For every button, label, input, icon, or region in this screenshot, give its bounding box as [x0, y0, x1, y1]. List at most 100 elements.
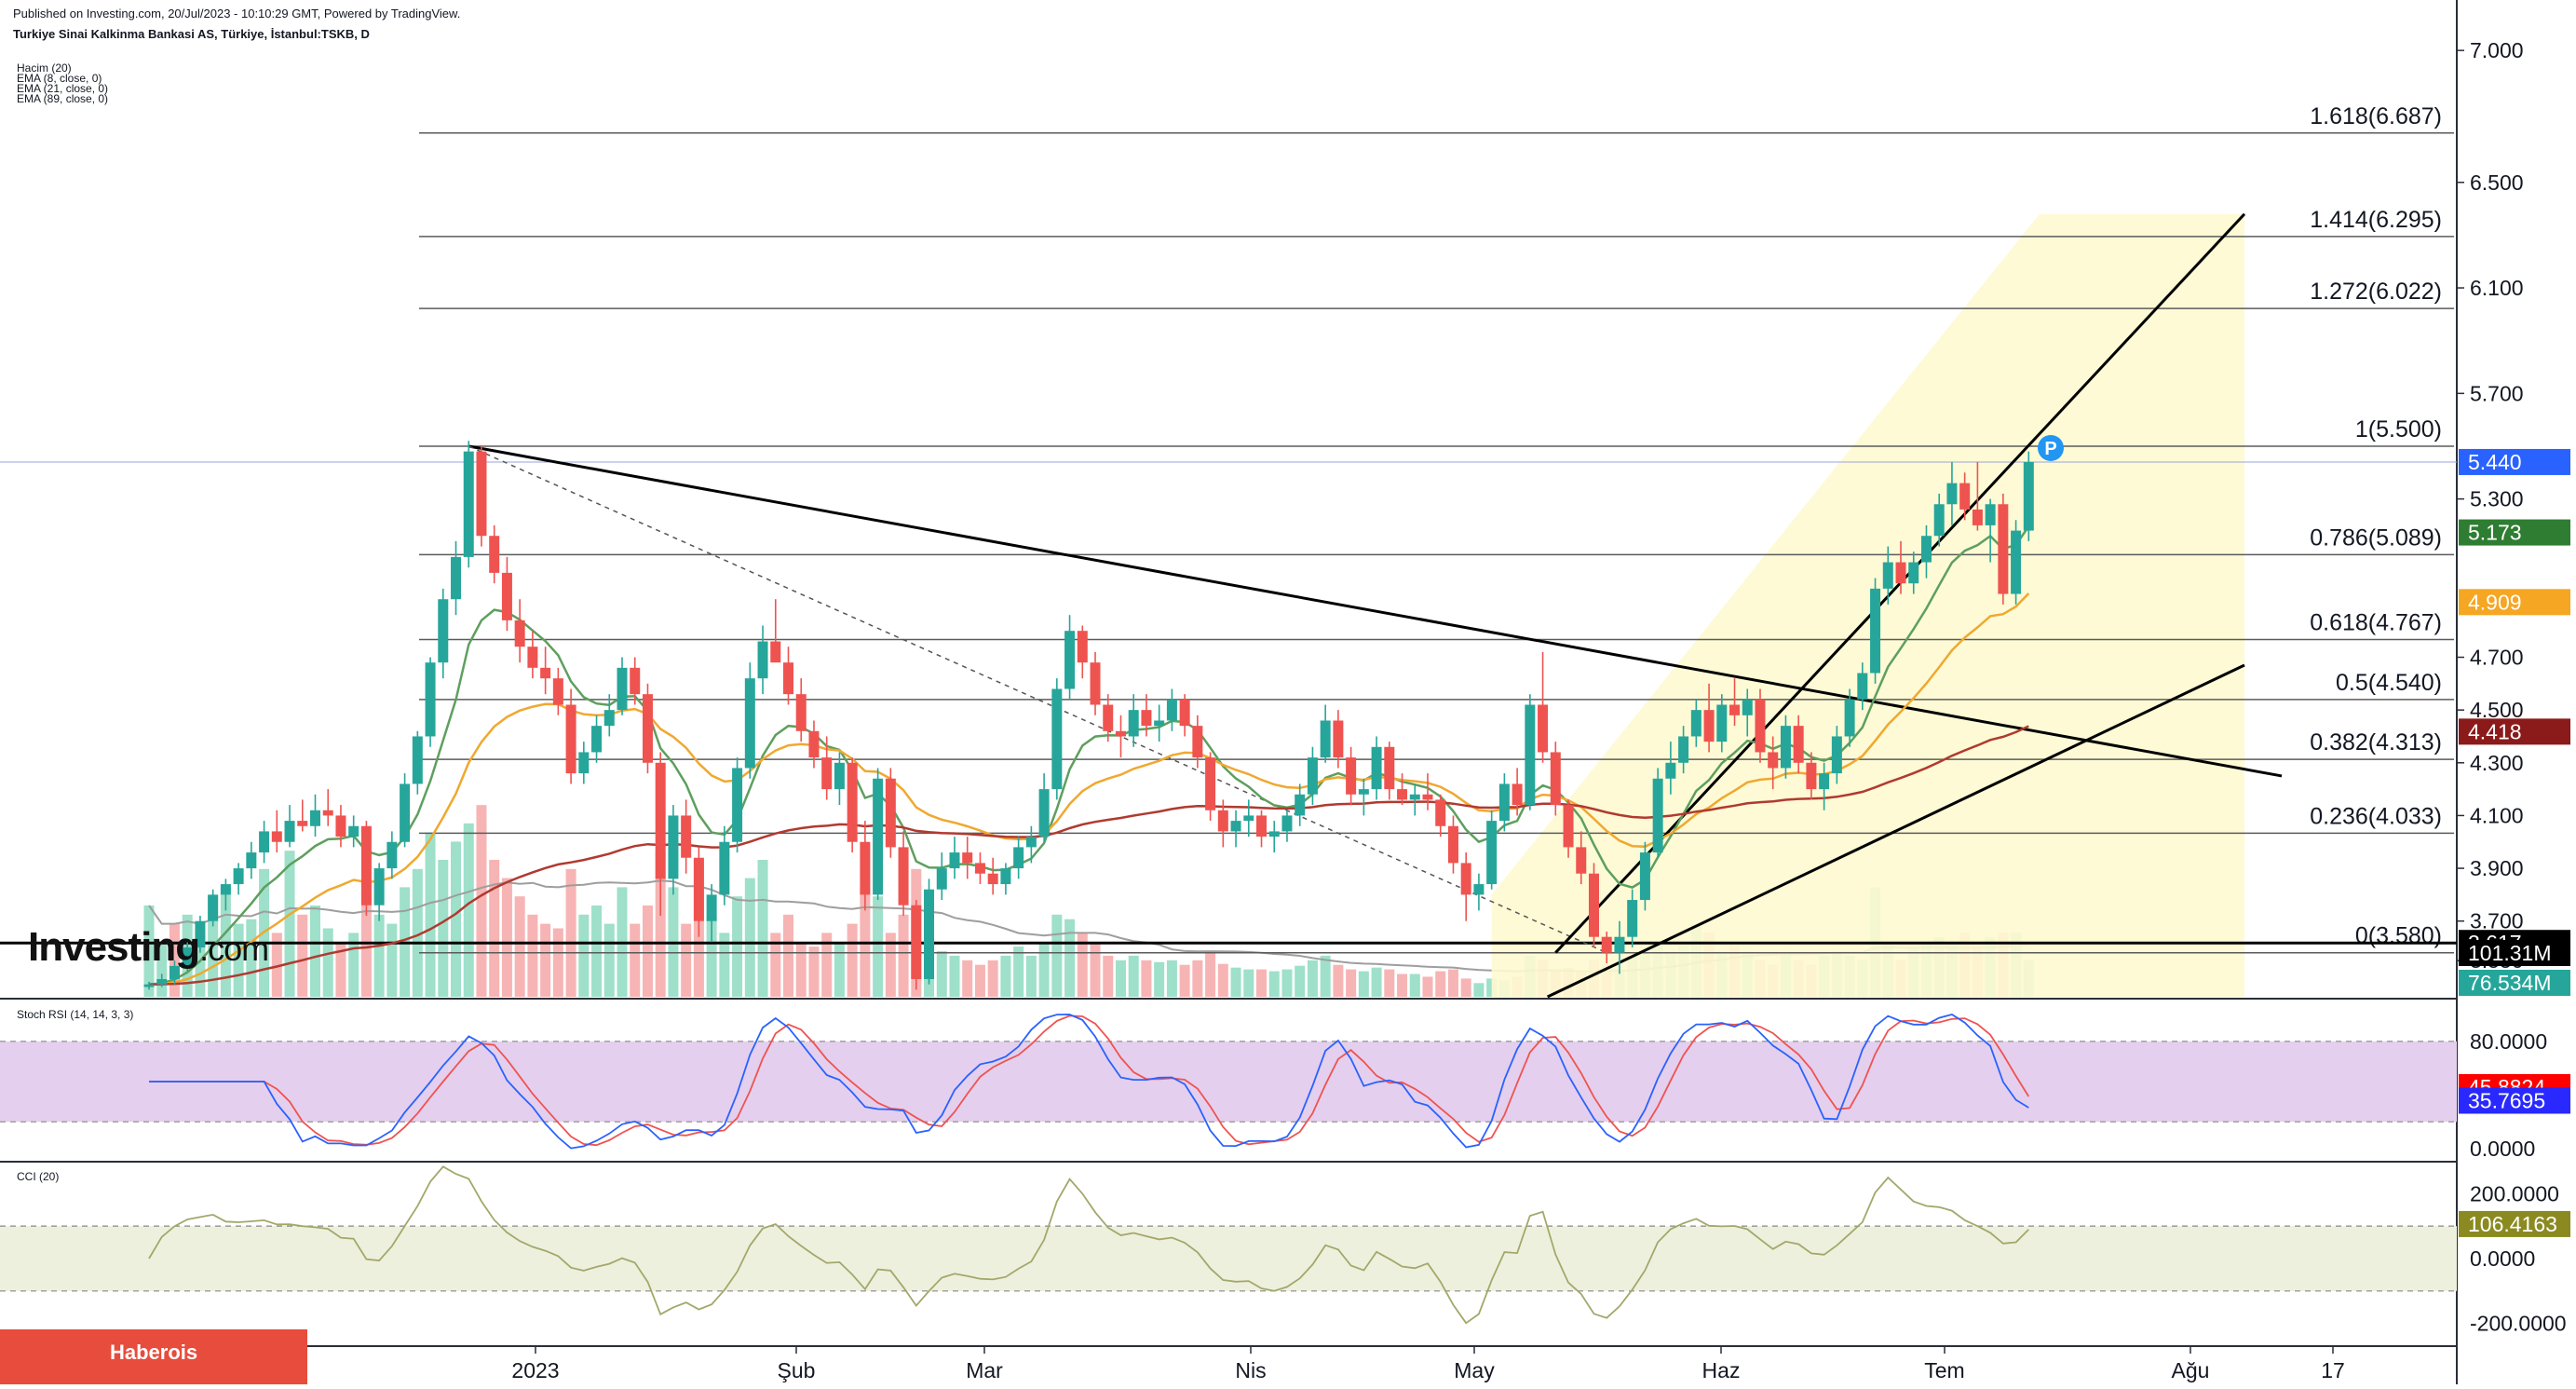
volume-bar — [1435, 971, 1446, 997]
volume-bar — [1166, 960, 1177, 997]
candle-body — [1230, 821, 1241, 832]
candle-body — [1908, 562, 1919, 584]
candle-body — [1051, 688, 1063, 790]
volume-bar — [1320, 955, 1331, 997]
cci-tick-label: -200.0000 — [2470, 1312, 2567, 1336]
volume-bar — [1000, 955, 1011, 997]
candle-body — [322, 810, 333, 816]
candle-body — [1729, 704, 1741, 715]
candle-body — [463, 451, 474, 557]
candle-body — [1690, 710, 1702, 737]
candle-body — [1588, 873, 1599, 937]
stoch-tick-label: 0.0000 — [2470, 1137, 2535, 1161]
candle-body — [1038, 789, 1050, 837]
volume-bar — [501, 878, 512, 997]
candle-body — [757, 641, 768, 679]
volume-bar — [514, 896, 525, 997]
volume-bar — [1268, 971, 1280, 997]
candle-body — [2011, 530, 2022, 594]
volume-bar — [1447, 969, 1458, 997]
fib-level-label: 0.236(4.033) — [2310, 803, 2442, 829]
volume-bar — [744, 878, 755, 997]
volume-bar — [1128, 955, 1139, 997]
candle-body — [451, 556, 462, 600]
fib-level-label: 0(3.580) — [2355, 923, 2442, 949]
volume-bar — [603, 923, 615, 997]
candle-body — [1307, 757, 1318, 795]
cci-label[interactable]: CCI (20) — [17, 1170, 59, 1183]
volume-bar — [949, 955, 960, 997]
volume-bar — [642, 906, 653, 997]
candle-body — [1205, 757, 1216, 810]
volume-bar — [1307, 960, 1318, 997]
volume-bar — [732, 896, 743, 997]
candle-body — [1614, 936, 1625, 953]
candle-body — [936, 868, 947, 890]
candle-body — [783, 662, 793, 695]
volume-bar — [1192, 960, 1203, 997]
candle-body — [987, 873, 998, 885]
candle-body — [1550, 752, 1561, 806]
candle-body — [1435, 799, 1446, 826]
candle-body — [821, 757, 833, 790]
volume-bar — [630, 923, 641, 997]
candle-body — [309, 810, 320, 826]
candle-body — [706, 894, 717, 921]
time-tick-label: 2023 — [511, 1358, 559, 1382]
candle-body — [208, 894, 219, 921]
indicator-ema89[interactable]: EMA (89, close, 0) — [17, 93, 108, 104]
candle-body — [1141, 710, 1152, 727]
haberois-text: Haberois — [110, 1341, 198, 1364]
candle-body — [693, 857, 704, 921]
fib-level-label: 1.414(6.295) — [2310, 207, 2442, 233]
volume-bar — [1141, 960, 1152, 997]
candle-body — [1295, 794, 1306, 816]
volume-bar — [1115, 960, 1126, 997]
volume-badge: 76.534M — [2468, 971, 2552, 995]
logo-suffix: .com — [199, 930, 269, 968]
candle-body — [1447, 825, 1458, 864]
candle-body — [1998, 504, 2009, 594]
candle-body — [156, 979, 168, 985]
candle-body — [1256, 815, 1268, 837]
fib-level-label: 1.618(6.687) — [2310, 103, 2442, 129]
p-marker-label: P — [2044, 439, 2056, 459]
volume-bar — [681, 923, 692, 997]
candle-body — [438, 599, 449, 663]
volume-bar — [1154, 961, 1165, 997]
candle-body — [476, 451, 487, 537]
volume-bar — [1103, 955, 1114, 997]
price-tick-label: 6.500 — [2470, 170, 2524, 195]
volume-bar — [540, 923, 551, 997]
candle-body — [1793, 726, 1804, 763]
candle-body — [400, 783, 411, 842]
volume-bar — [591, 906, 603, 997]
candle-body — [1780, 726, 1791, 769]
candle-body — [297, 821, 308, 826]
volume-bar — [1064, 919, 1076, 997]
price-tick-label: 7.000 — [2470, 38, 2524, 62]
candle-body — [143, 984, 155, 987]
candle-body — [630, 667, 641, 695]
time-tick-label: Ağu — [2172, 1358, 2210, 1382]
candle-body — [603, 710, 615, 727]
volume-bar — [1013, 946, 1024, 997]
candle-body — [924, 889, 935, 980]
candle-body — [1716, 704, 1728, 742]
candle-body — [1538, 704, 1549, 753]
candle-body — [1166, 699, 1177, 721]
stoch-rsi-label[interactable]: Stoch RSI (14, 14, 3, 3) — [17, 1008, 133, 1021]
candle-body — [655, 762, 666, 879]
candle-body — [1103, 704, 1114, 731]
candle-body — [1460, 863, 1471, 895]
candle-body — [1627, 900, 1638, 937]
stoch-tick-label: 80.0000 — [2470, 1029, 2547, 1054]
volume-bar — [962, 960, 973, 997]
candle-body — [1013, 847, 1024, 869]
candle-body — [1384, 746, 1395, 790]
volume-bar — [1358, 971, 1369, 997]
tradingview-chart[interactable]: 7.000 6.500 6.100 5.700 5.300 4.700 4.500 4.300… — [0, 0, 2576, 1384]
candle-body — [1281, 815, 1293, 832]
candle-body — [1243, 815, 1254, 822]
volume-bar — [1346, 969, 1357, 997]
